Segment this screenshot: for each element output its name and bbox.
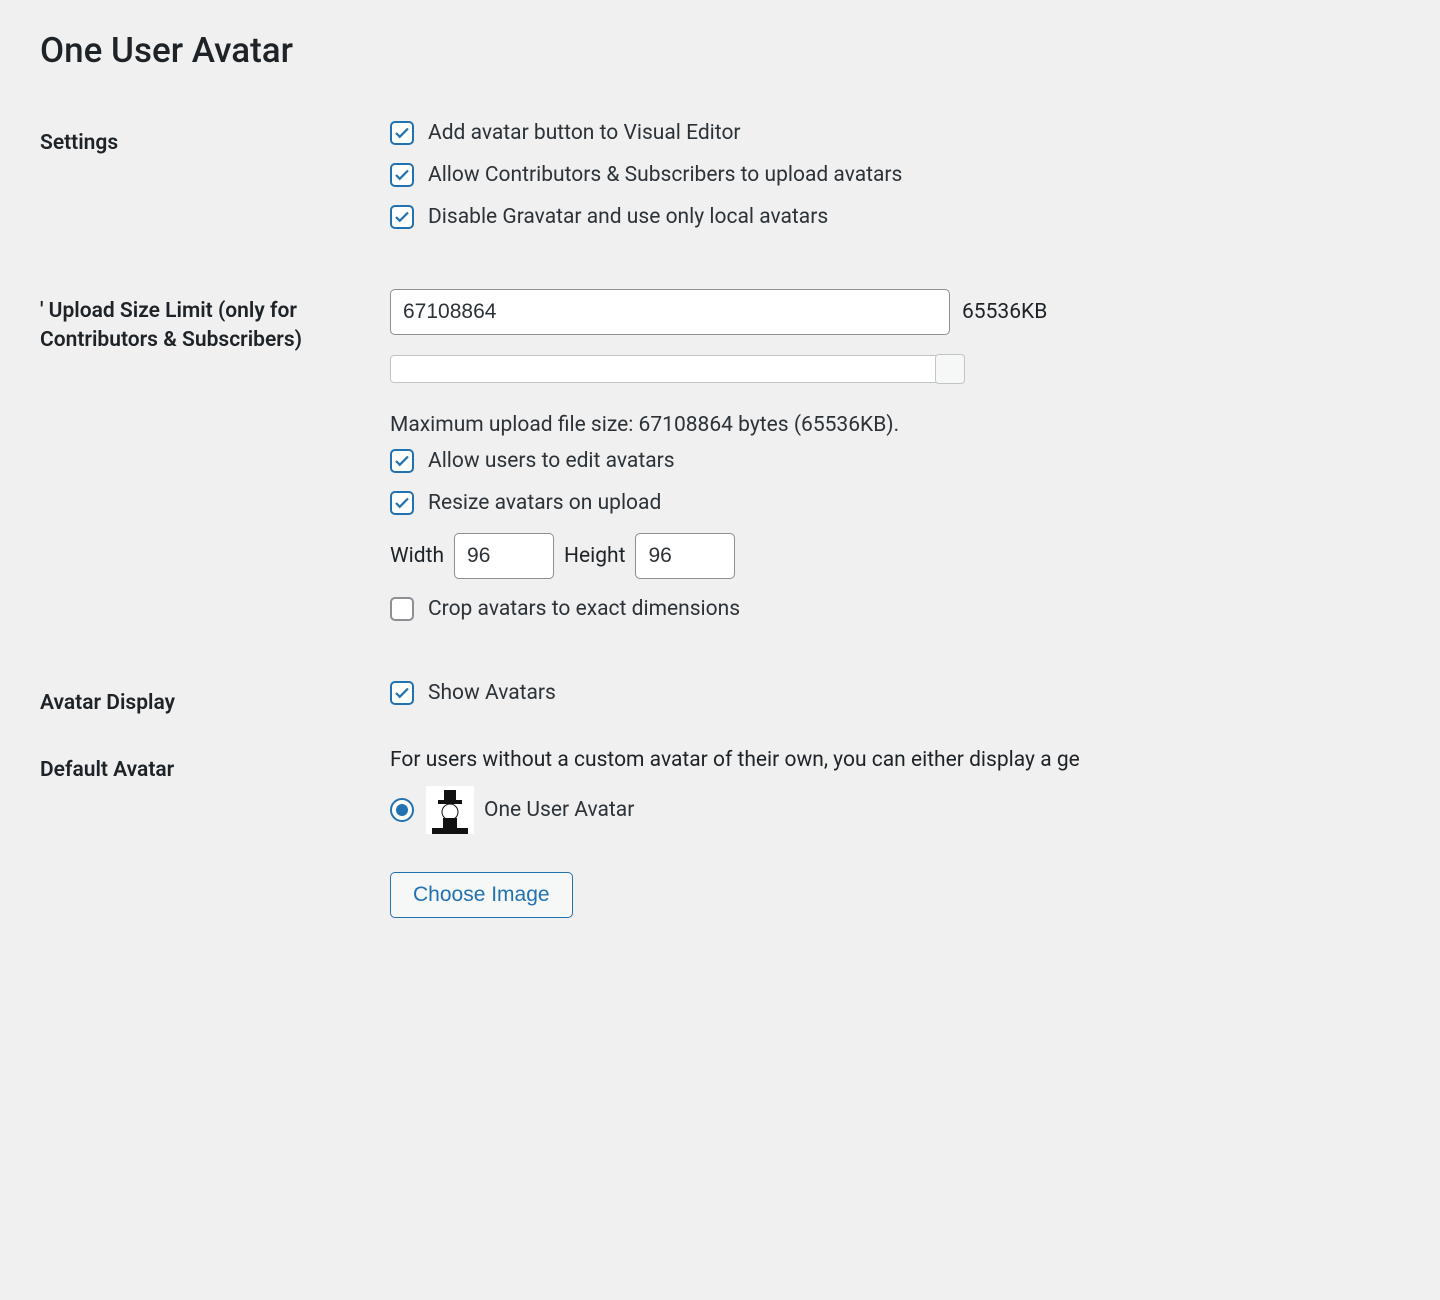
checkbox-show-avatars-label[interactable]: Show Avatars: [428, 681, 556, 705]
avatar-display-row: Avatar Display Show Avatars: [40, 681, 1400, 718]
avatar-hat-icon: [426, 786, 474, 834]
checkbox-disable-gravatar-label[interactable]: Disable Gravatar and use only local avat…: [428, 205, 828, 229]
default-avatar-label: Default Avatar: [40, 748, 390, 785]
settings-row: Settings Add avatar button to Visual Edi…: [40, 121, 1400, 229]
checkbox-show-avatars[interactable]: [390, 681, 414, 705]
width-label: Width: [390, 544, 444, 568]
checkbox-allow-edit-label[interactable]: Allow users to edit avatars: [428, 449, 675, 473]
upload-size-label: ' Upload Size Limit (only for Contributo…: [40, 289, 390, 356]
checkbox-crop-label[interactable]: Crop avatars to exact dimensions: [428, 597, 740, 621]
upload-size-suffix: 65536KB: [962, 300, 1047, 324]
check-icon: [393, 124, 411, 142]
width-input[interactable]: [454, 533, 554, 579]
checkbox-crop[interactable]: [390, 597, 414, 621]
checkbox-resize-upload[interactable]: [390, 491, 414, 515]
check-icon: [393, 494, 411, 512]
check-icon: [393, 452, 411, 470]
checkbox-resize-upload-label[interactable]: Resize avatars on upload: [428, 491, 661, 515]
radio-one-user-avatar[interactable]: [390, 798, 414, 822]
upload-size-description: Maximum upload file size: 67108864 bytes…: [390, 413, 1400, 437]
check-icon: [393, 684, 411, 702]
default-avatar-description: For users without a custom avatar of the…: [390, 748, 1400, 772]
check-icon: [393, 208, 411, 226]
default-avatar-row: Default Avatar For users without a custo…: [40, 748, 1400, 918]
height-label: Height: [564, 544, 625, 568]
settings-label: Settings: [40, 121, 390, 158]
checkbox-allow-edit[interactable]: [390, 449, 414, 473]
radio-one-user-avatar-label[interactable]: One User Avatar: [484, 798, 634, 822]
upload-size-slider[interactable]: [390, 355, 1400, 383]
checkbox-visual-editor-label[interactable]: Add avatar button to Visual Editor: [428, 121, 741, 145]
page-title: One User Avatar: [40, 30, 1400, 71]
avatar-display-label: Avatar Display: [40, 681, 390, 718]
slider-handle[interactable]: [935, 354, 965, 384]
checkbox-allow-contributors[interactable]: [390, 163, 414, 187]
checkbox-visual-editor[interactable]: [390, 121, 414, 145]
upload-size-row: ' Upload Size Limit (only for Contributo…: [40, 289, 1400, 621]
checkbox-allow-contributors-label[interactable]: Allow Contributors & Subscribers to uplo…: [428, 163, 902, 187]
checkbox-disable-gravatar[interactable]: [390, 205, 414, 229]
check-icon: [393, 166, 411, 184]
upload-size-input[interactable]: [390, 289, 950, 335]
choose-image-button[interactable]: Choose Image: [390, 872, 573, 918]
height-input[interactable]: [635, 533, 735, 579]
